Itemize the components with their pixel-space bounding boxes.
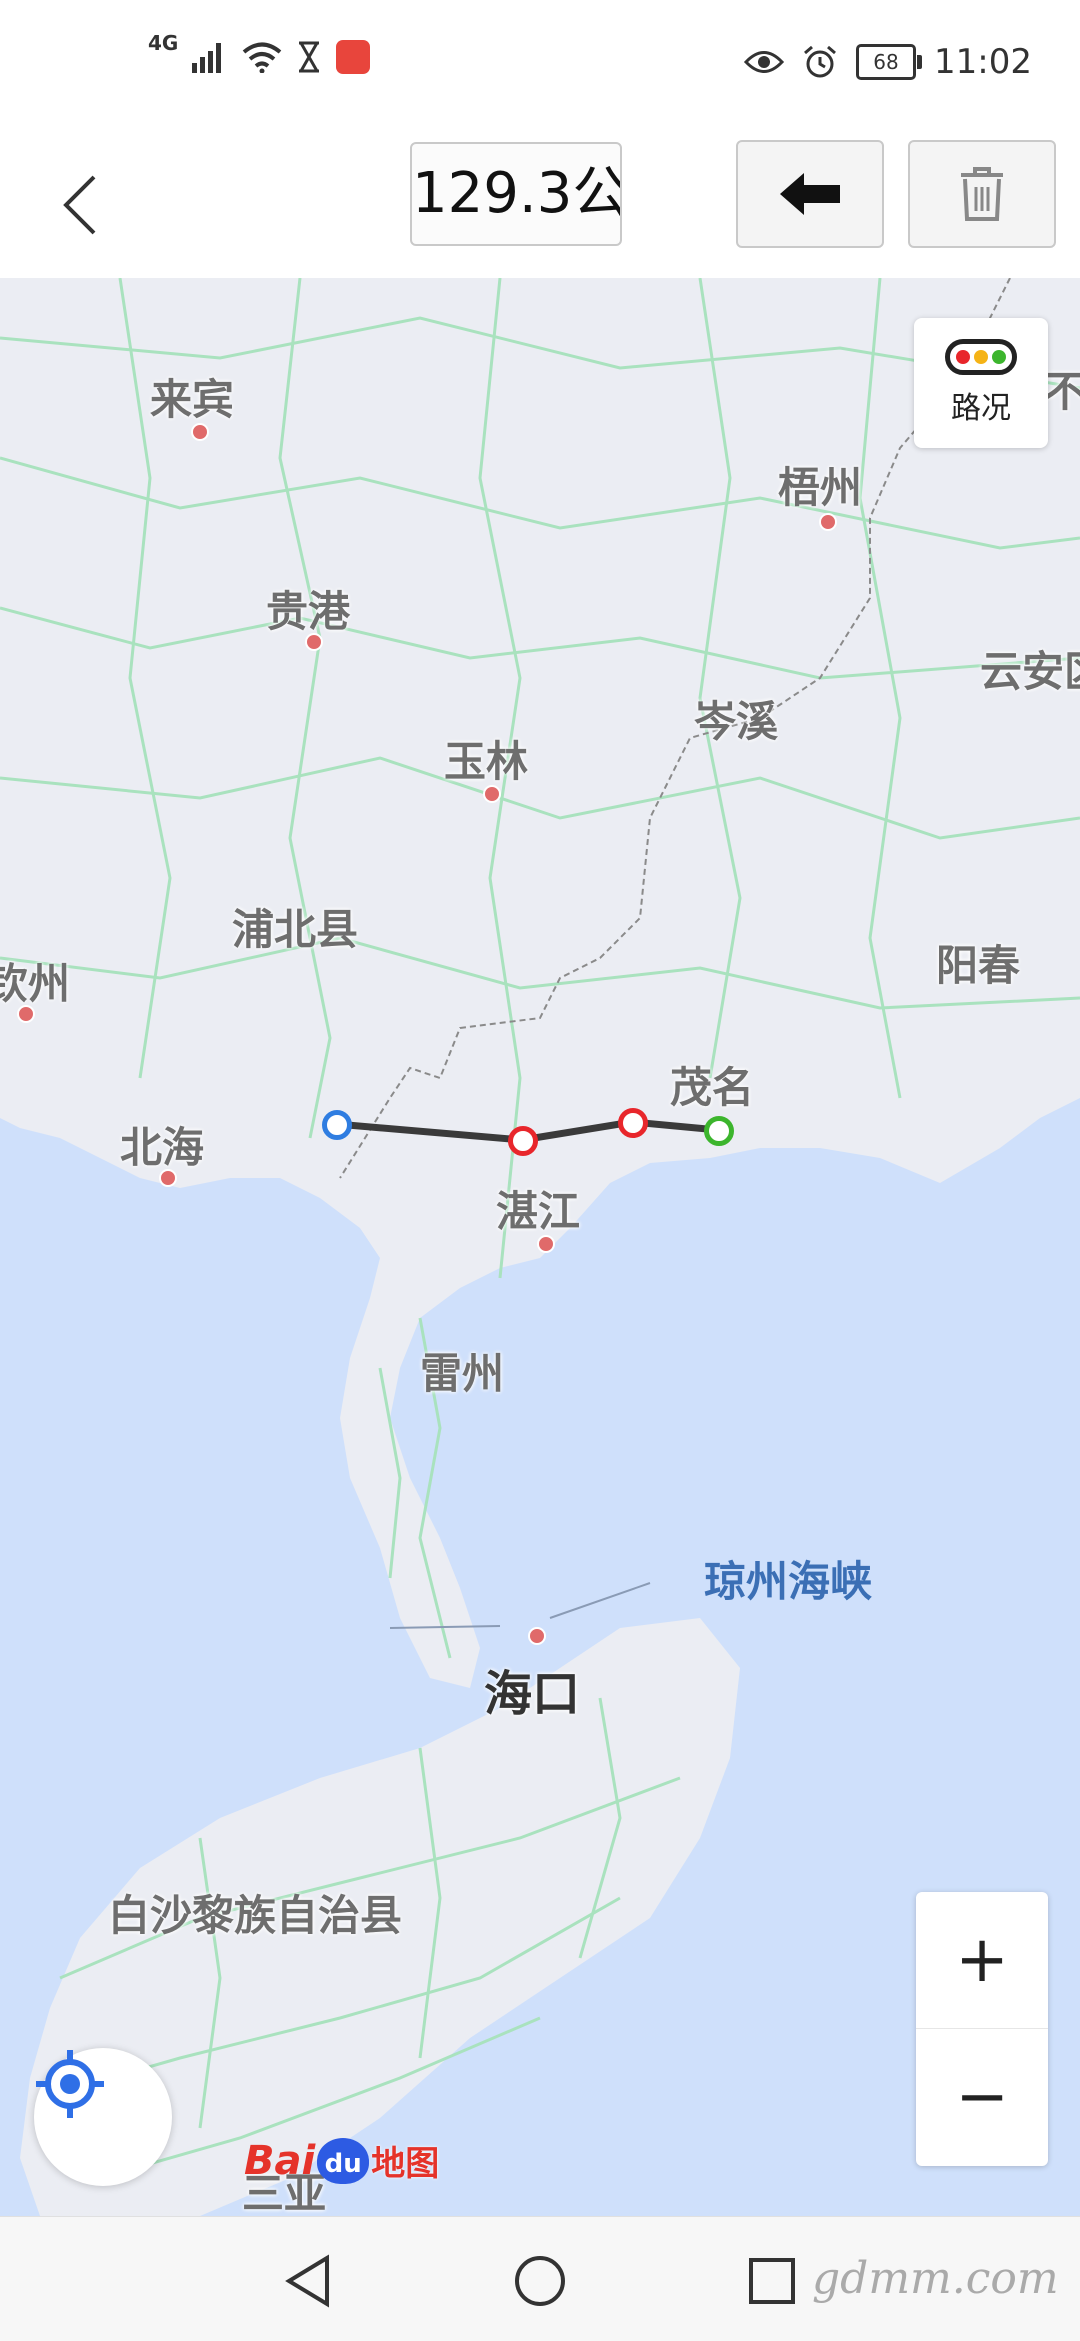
traffic-toggle-button[interactable]: 路况 [914,318,1048,448]
map-label-qiongzhou-strait: 琼州海峡 [704,1557,873,1606]
system-nav-bar: gdmm.com [0,2216,1080,2341]
map-label-pubei: 浦北县 [232,905,359,954]
clock: 11:02 [934,42,1032,82]
map-label-maoming: 茂名 [670,1063,755,1112]
traffic-label: 路况 [951,391,1011,426]
baidu-paw-icon: du [317,2137,370,2184]
nav-back-button[interactable] [278,2251,338,2311]
zoom-out-button[interactable]: − [916,2029,1048,2165]
map-label-cenxi: 岑溪 [694,697,779,746]
chevron-left-icon [63,175,96,235]
map-view[interactable]: 来宾 梧州 不 贵港 云安区 岑溪 玉林 浦北县 阳春 钦州 茂名 北海 湛江 … [0,278,1080,2216]
map-label-yulin: 玉林 [444,737,529,786]
nav-home-button[interactable] [510,2251,570,2311]
map-label-wuzhou: 梧州 [778,463,863,512]
map-label-guigang: 贵港 [266,587,351,636]
back-button[interactable] [40,160,120,250]
nav-recents-button[interactable] [742,2251,802,2311]
watermark: gdmm.com [812,2253,1059,2304]
recents-square-icon [749,2258,795,2304]
map-label-laibin: 来宾 [150,375,235,424]
map-label-qinzhou: 钦州 [0,959,71,1008]
baidu-logo-text: Bai [244,2137,316,2184]
trash-icon [961,167,1003,221]
map-label-bu: 不 [1044,367,1080,416]
signal-icon [192,43,222,73]
baidu-map-logo: Bai du 地图 [244,2136,439,2185]
huawei-app-icon [336,40,371,74]
wifi-icon [243,42,282,73]
back-triangle-icon [285,2254,329,2308]
locate-icon [36,2050,104,2118]
map-label-leizhou: 雷州 [420,1349,505,1398]
status-right: 68 11:02 [744,42,1032,82]
eye-icon [744,51,785,73]
route-point-end[interactable] [704,1116,734,1146]
map-label-beihai: 北海 [120,1123,205,1172]
undo-button[interactable] [736,140,884,248]
map-label-yangchun: 阳春 [936,941,1021,990]
network-type: 4G [148,31,179,55]
mainland-land [0,278,1080,1688]
map-label-zhanjiang: 湛江 [496,1187,581,1236]
locate-button[interactable] [34,2048,172,2186]
home-circle-icon [515,2256,565,2306]
status-bar: 4G 68 11:02 [0,0,1080,130]
distance-display: 129.3公里 [410,142,622,246]
zoom-control: + − [916,1892,1048,2166]
baidu-logo-map: 地图 [371,2144,440,2184]
measure-toolbar: 129.3公里 [0,130,1080,279]
map-label-haikou: 海口 [484,1666,581,1722]
route-point-start[interactable] [322,1110,352,1140]
map-label-baisha: 白沙黎族自治县 [108,1891,403,1940]
hourglass-icon [299,41,320,73]
traffic-light-icon [945,339,1017,375]
arrow-left-icon [780,173,840,215]
battery-icon: 68 [856,44,923,80]
route-point[interactable] [508,1126,538,1156]
delete-button[interactable] [908,140,1056,248]
status-left: 4G [148,31,371,74]
alarm-icon [804,45,836,78]
zoom-in-button[interactable]: + [916,1892,1048,2029]
route-point[interactable] [618,1108,648,1138]
map-label-yunan: 云安区 [980,647,1080,696]
